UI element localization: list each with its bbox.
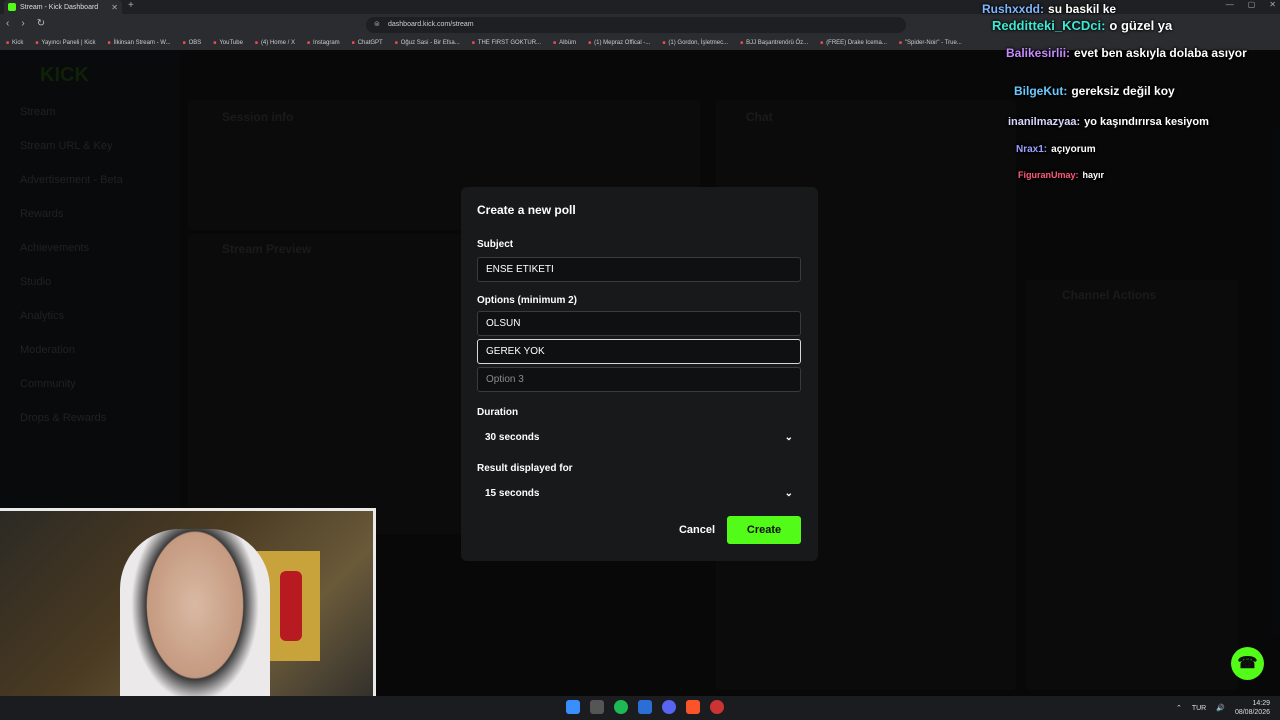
- result-duration-label: Result displayed for: [477, 463, 573, 474]
- chat-username: BilgeKut:: [1014, 84, 1068, 98]
- chat-message: BilgeKut: gereksiz değil koy: [1014, 84, 1175, 98]
- browser-tab[interactable]: Stream - Kick Dashboard ✕: [4, 0, 122, 14]
- forward-icon[interactable]: ›: [21, 18, 24, 29]
- chat-text: hayır: [1082, 170, 1105, 180]
- bookmark-item[interactable]: Instagram: [307, 40, 340, 46]
- chat-message: Rushxxdd: su baskil ke: [982, 2, 1116, 16]
- subject-input[interactable]: [477, 257, 801, 282]
- cancel-button[interactable]: Cancel: [673, 520, 721, 540]
- chat-username: inanilmazyaa:: [1008, 116, 1081, 128]
- taskbar-apps: [566, 700, 724, 714]
- new-tab-button[interactable]: +: [128, 0, 134, 11]
- bookmark-item[interactable]: Oğuz Sasi - Bir Efsa...: [395, 40, 460, 46]
- chat-message: Redditteki_KCDci: o güzel ya: [992, 18, 1172, 33]
- chat-username: FiguranUmay:: [1018, 170, 1079, 180]
- file-explorer-icon[interactable]: [590, 700, 604, 714]
- streamer-figure: [120, 529, 270, 719]
- chat-message: Nrax1: açıyorum: [1016, 144, 1096, 155]
- create-poll-modal: Create a new poll Subject Options (minim…: [461, 187, 818, 561]
- bookmark-item[interactable]: BJJ Başantrenörü Öz...: [740, 40, 808, 46]
- bookmark-item[interactable]: "Spider-Noir" - True...: [899, 40, 962, 46]
- clock-time: 14:29: [1252, 700, 1270, 707]
- bookmark-item[interactable]: YouTube: [213, 40, 243, 46]
- option-2-input[interactable]: [477, 339, 801, 364]
- microphone-icon: [280, 571, 302, 641]
- bookmark-item[interactable]: THE FIRST GOKTUR...: [472, 40, 541, 46]
- back-icon[interactable]: ‹: [6, 18, 9, 29]
- reload-icon[interactable]: ↻: [37, 18, 45, 29]
- url-text: dashboard.kick.com/stream: [388, 21, 474, 28]
- duration-select[interactable]: 30 seconds ⌄: [477, 425, 801, 450]
- steam-icon[interactable]: [638, 700, 652, 714]
- support-icon[interactable]: ☎: [1231, 647, 1264, 680]
- chat-text: yo kaşındırırsa kesiyom: [1084, 116, 1209, 128]
- result-duration-value: 15 seconds: [485, 488, 540, 499]
- chat-message: inanilmazyaa: yo kaşındırırsa kesiyom: [1008, 116, 1209, 128]
- stream-chat-overlay: Rushxxdd: su baskil ke Redditteki_KCDci: o…: [980, 0, 1280, 190]
- chat-username: Rushxxdd:: [982, 2, 1045, 16]
- discord-icon[interactable]: [662, 700, 676, 714]
- duration-value: 30 seconds: [485, 432, 540, 443]
- url-bar[interactable]: ⊜ dashboard.kick.com/stream: [366, 17, 906, 33]
- chat-username: Nrax1:: [1016, 144, 1048, 155]
- options-label: Options (minimum 2): [477, 295, 577, 306]
- chat-text: su baskil ke: [1048, 2, 1117, 16]
- nav-buttons: ‹ › ↻: [6, 18, 45, 29]
- chat-username: Balikesirlii:: [1006, 46, 1071, 60]
- chat-message: FiguranUmay: hayır: [1018, 170, 1104, 180]
- chat-text: açıyorum: [1051, 144, 1096, 155]
- webcam-overlay: [0, 508, 376, 720]
- lang-indicator[interactable]: TUR: [1192, 705, 1206, 712]
- obs-icon[interactable]: [710, 700, 724, 714]
- bookmark-item[interactable]: (FREE) Drake Icema...: [820, 40, 887, 46]
- result-duration-select[interactable]: 15 seconds ⌄: [477, 481, 801, 506]
- bookmark-item[interactable]: (1) Gordon, İşletmec...: [662, 40, 728, 46]
- chat-username: Redditteki_KCDci:: [992, 18, 1106, 33]
- modal-title: Create a new poll: [477, 203, 576, 217]
- brave-icon[interactable]: [686, 700, 700, 714]
- system-tray: ⌃ TUR 🔊 14:29 08/08/2026: [1176, 699, 1270, 717]
- create-button[interactable]: Create: [727, 516, 801, 544]
- chevron-down-icon: ⌄: [784, 432, 793, 443]
- chat-message: Balikesirlii: evet ben askıyla dolaba ası…: [1006, 46, 1247, 60]
- site-info-icon[interactable]: ⊜: [374, 17, 380, 33]
- bookmark-item[interactable]: Kick: [6, 40, 23, 46]
- chevron-down-icon: ⌄: [784, 488, 793, 499]
- duration-label: Duration: [477, 407, 519, 418]
- start-icon[interactable]: [566, 700, 580, 714]
- bookmark-item[interactable]: Yayıncı Paneli | Kick: [35, 40, 95, 46]
- bookmark-item[interactable]: (4) Home / X: [255, 40, 295, 46]
- os-taskbar: ⌃ TUR 🔊 14:29 08/08/2026: [0, 696, 1280, 720]
- bookmark-item[interactable]: (1) Mepraz Offical -...: [588, 40, 650, 46]
- clock-date: 08/08/2026: [1234, 709, 1270, 716]
- bookmark-item[interactable]: İlkinsan Stream - W...: [108, 40, 171, 46]
- option-3-input[interactable]: [477, 367, 801, 392]
- bookmark-item[interactable]: Albüm: [553, 40, 576, 46]
- bookmark-item[interactable]: ChatGPT: [352, 40, 383, 46]
- subject-label: Subject: [477, 239, 514, 250]
- close-tab-icon[interactable]: ✕: [111, 3, 118, 12]
- clock[interactable]: 14:29 08/08/2026: [1235, 699, 1270, 717]
- kick-favicon-icon: [8, 3, 16, 11]
- chat-text: o güzel ya: [1109, 18, 1173, 33]
- chat-text: evet ben askıyla dolaba asıyor: [1074, 46, 1247, 60]
- option-1-input[interactable]: [477, 311, 801, 336]
- volume-icon[interactable]: 🔊: [1216, 704, 1225, 712]
- tab-title: Stream - Kick Dashboard: [20, 3, 99, 11]
- chat-text: gereksiz değil koy: [1071, 84, 1175, 98]
- bookmark-item[interactable]: OBS: [183, 40, 202, 46]
- tray-chevron-icon[interactable]: ⌃: [1176, 704, 1182, 712]
- spotify-icon[interactable]: [614, 700, 628, 714]
